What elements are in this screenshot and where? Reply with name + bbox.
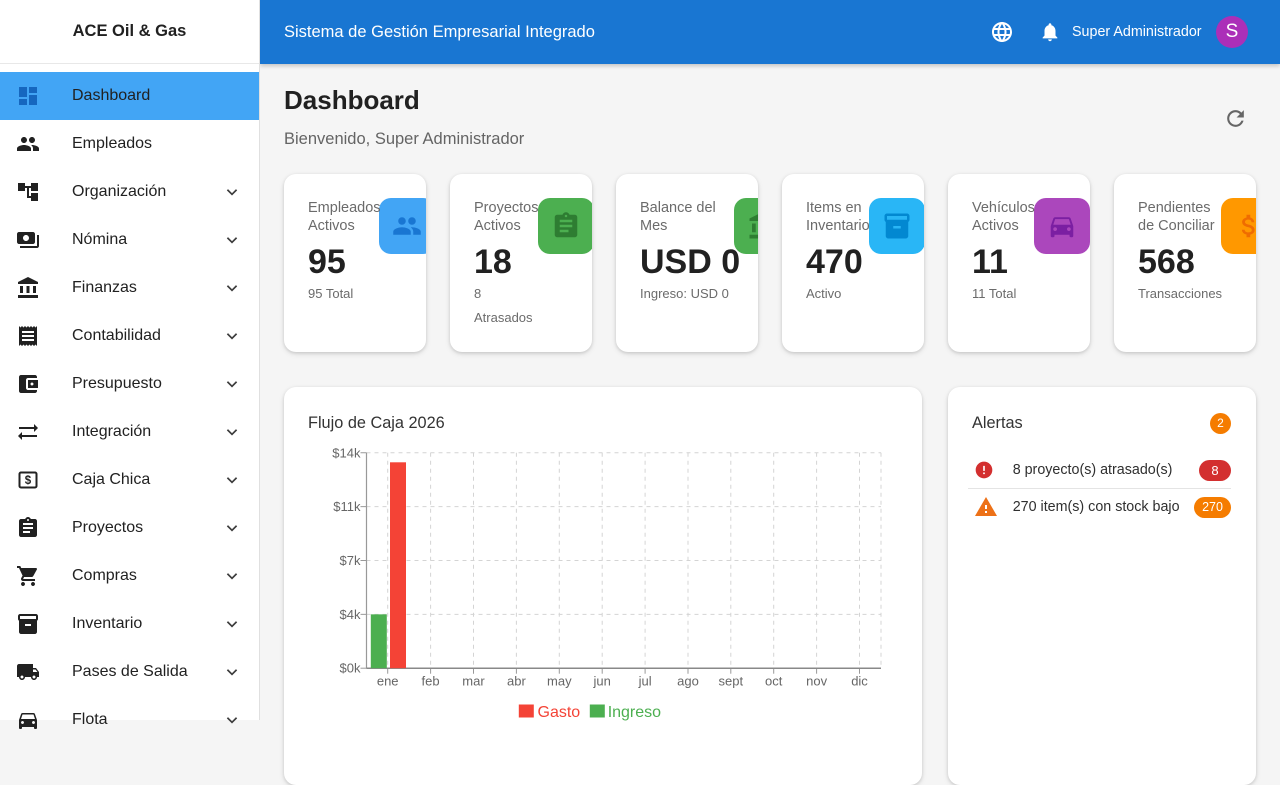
svg-text:oct: oct: [765, 673, 783, 688]
svg-text:$14k: $14k: [332, 445, 361, 460]
svg-text:ago: ago: [677, 673, 699, 688]
svg-text:may: may: [547, 673, 572, 688]
svg-text:$11k: $11k: [333, 499, 361, 514]
svg-text:nov: nov: [806, 673, 827, 688]
svg-text:$0k: $0k: [340, 660, 361, 675]
svg-text:mar: mar: [462, 673, 485, 688]
svg-text:abr: abr: [507, 673, 526, 688]
svg-text:Ingreso: Ingreso: [608, 704, 661, 721]
svg-text:$: $: [25, 475, 32, 487]
svg-text:$4k: $4k: [340, 606, 361, 621]
svg-text:jul: jul: [638, 673, 652, 688]
svg-text:jun: jun: [593, 673, 611, 688]
svg-text:ene: ene: [377, 673, 399, 688]
svg-text:dic: dic: [851, 673, 868, 688]
svg-text:Gasto: Gasto: [538, 704, 581, 721]
svg-text:feb: feb: [422, 673, 440, 688]
svg-text:sept: sept: [719, 673, 744, 688]
svg-text:$7k: $7k: [340, 553, 361, 568]
